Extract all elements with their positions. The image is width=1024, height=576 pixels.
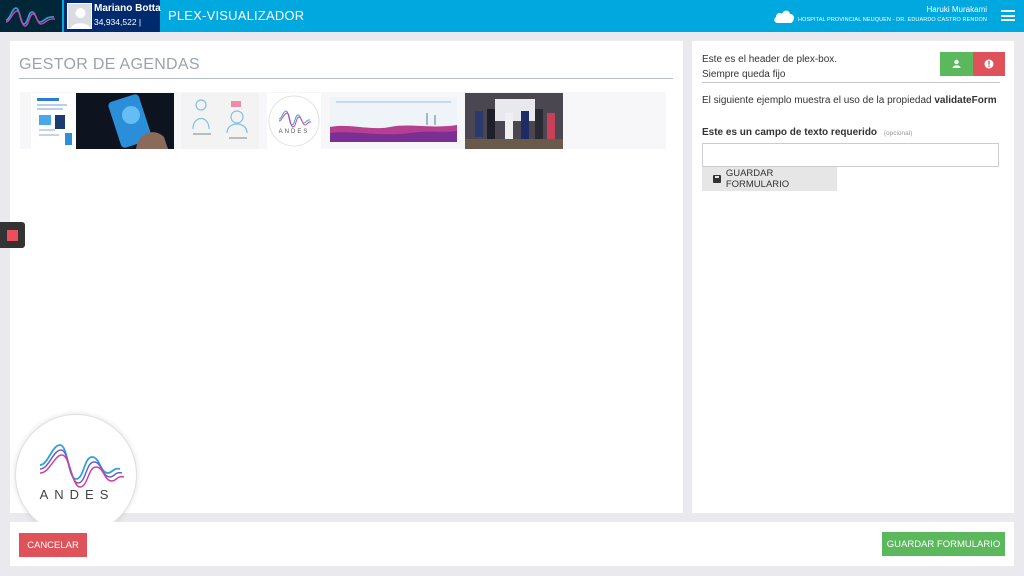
big-logo-text: ANDES — [39, 487, 115, 502]
example-text: El siguiente ejemplo muestra el uso de l… — [702, 95, 997, 106]
gallery-logo-text: ANDES — [278, 129, 310, 135]
field-label-text: Este es un campo de texto requerido — [702, 127, 878, 138]
andes-logo-icon[interactable] — [0, 0, 62, 32]
required-field-label: Este es un campo de texto requerido (opc… — [702, 127, 912, 138]
section-title: GESTOR DE AGENDAS — [19, 56, 200, 73]
app-title: PLEX-VISUALIZADOR — [168, 8, 305, 23]
right-user-name: Haruki Murakami — [926, 5, 987, 14]
header-button-group — [940, 52, 1005, 76]
menu-icon[interactable] — [1001, 10, 1015, 21]
title-divider — [19, 78, 673, 79]
cancel-button[interactable]: CANCELAR — [19, 533, 87, 557]
gallery-image[interactable] — [181, 93, 259, 149]
user-document: 34,934,522 | — [94, 17, 142, 27]
user-box[interactable]: Mariano Botta 34,934,522 | — [64, 0, 161, 32]
save-icon — [713, 175, 721, 183]
gallery-image[interactable] — [330, 97, 457, 142]
gallery-image[interactable] — [31, 93, 78, 149]
example-description: El siguiente ejemplo muestra el uso de l… — [702, 95, 932, 106]
user-name: Mariano Botta — [94, 3, 161, 14]
user-button[interactable] — [940, 52, 973, 76]
gallery-image[interactable] — [76, 93, 174, 149]
grid-icon — [7, 230, 18, 241]
avatar-icon — [67, 3, 92, 29]
hospital-name: HOSPITAL PROVINCIAL NEUQUEN - DR. EDUARD… — [798, 17, 987, 23]
cloud-icon[interactable] — [773, 8, 795, 24]
andes-watermark-logo: ANDES — [15, 414, 137, 536]
user-icon — [952, 59, 961, 68]
required-text-input[interactable] — [702, 143, 999, 167]
field-optional-hint: (opcional) — [883, 130, 913, 137]
gallery-image[interactable]: ANDES — [267, 93, 321, 149]
alert-button[interactable] — [973, 52, 1005, 76]
save-form-button-small[interactable]: GUARDAR FORMULARIO — [702, 167, 837, 191]
footer-bar: CANCELAR GUARDAR FORMULARIO — [10, 522, 1014, 566]
example-property: validateForm — [934, 95, 997, 106]
alert-icon — [984, 59, 994, 69]
gallery-image[interactable] — [465, 93, 563, 149]
top-navbar: Mariano Botta 34,934,522 | PLEX-VISUALIZ… — [0, 0, 1024, 32]
side-form-panel: Este es el header de plex-box. Siempre q… — [692, 41, 1014, 513]
save-form-label: GUARDAR FORMULARIO — [725, 168, 790, 190]
plex-box-header-subtext: Siempre queda fijo — [702, 69, 786, 80]
header-divider — [702, 82, 1000, 83]
save-form-button[interactable]: GUARDAR FORMULARIO — [882, 532, 1005, 556]
side-toggle-button[interactable] — [0, 222, 25, 248]
plex-box-header-text: Este es el header de plex-box. — [702, 54, 838, 65]
